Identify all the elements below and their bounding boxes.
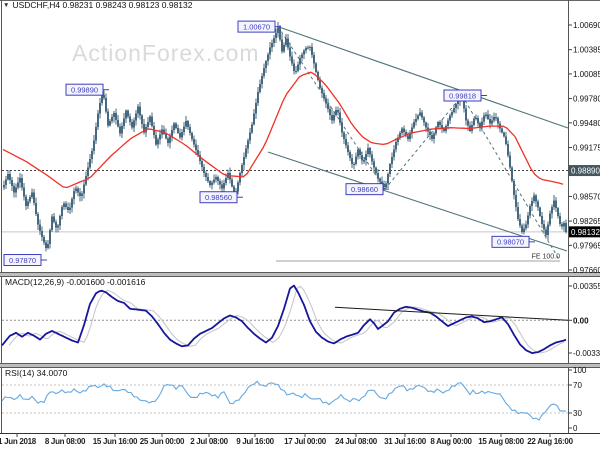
rsi-line [1, 380, 567, 421]
x-axis-label: 15 Aug 08:00 [478, 437, 524, 446]
svg-text:30: 30 [573, 409, 582, 418]
svg-text:0.98070: 0.98070 [497, 238, 524, 247]
x-axis-label: 24 Jul 08:00 [335, 437, 378, 446]
svg-text:0.97660: 0.97660 [573, 266, 600, 275]
svg-text:0.98265: 0.98265 [573, 217, 600, 226]
svg-text:0.98560: 0.98560 [205, 193, 232, 202]
svg-text:1.00085: 1.00085 [573, 70, 600, 79]
svg-text:1.00385: 1.00385 [573, 46, 600, 55]
fe-label: FE 100.0 [532, 254, 561, 261]
price-axis: 1.00690 1.00385 1.00085 0.99780 0.99480 0.991… [568, 21, 600, 275]
macd-line [1, 284, 567, 354]
x-axis-label: 31 Jul 16:00 [384, 437, 427, 446]
svg-text:0.98890: 0.98890 [571, 167, 600, 176]
macd-legend: MACD(12,26,9) -0.001600 -0.001616 [5, 277, 146, 287]
svg-text:0.99818: 0.99818 [449, 91, 476, 100]
chart-canvas[interactable]: FE 100.0 0.97870 0.99890 1.00670 0.98560 0.98… [0, 0, 600, 450]
svg-text:0.99890: 0.99890 [71, 85, 98, 94]
svg-text:0.99780: 0.99780 [573, 95, 600, 104]
mt4-chart-window: ▼ USDCHF,H4 0.98231 0.98243 0.98123 0.981… [0, 0, 600, 450]
x-axis-label: 25 Jun 00:00 [140, 437, 185, 446]
rsi-legend: RSI(14) 34.0070 [5, 368, 68, 378]
symbol-dropdown-icon[interactable]: ▼ [3, 2, 9, 9]
svg-text:0.97965: 0.97965 [573, 241, 600, 250]
x-axis-label: 8 Aug 00:00 [430, 437, 472, 446]
x-axis-label: 17 Jul 00:00 [284, 437, 327, 446]
svg-text:1.00670: 1.00670 [243, 22, 270, 31]
svg-text:1.00690: 1.00690 [573, 21, 600, 30]
svg-text:0.98570: 0.98570 [573, 192, 600, 201]
candlestick-series [3, 21, 567, 252]
svg-text:0.98132: 0.98132 [571, 228, 600, 237]
svg-text:0.00: 0.00 [573, 316, 589, 325]
svg-text:70: 70 [573, 381, 582, 390]
svg-text:-0.003391: -0.003391 [573, 349, 600, 358]
svg-text:0.97870: 0.97870 [9, 256, 36, 265]
x-axis-label: 15 Jun 16:00 [93, 437, 138, 446]
rsi-panel: 100 70 30 0 [1, 366, 587, 433]
macd-panel: 0.003556 0.00 -0.003391 [1, 282, 600, 358]
macd-trendline [334, 306, 569, 321]
chart-legend: ▼ USDCHF,H4 0.98231 0.98243 0.98123 0.981… [3, 0, 193, 10]
symbol-ohlc-text: USDCHF,H4 0.98231 0.98243 0.98123 0.9813… [12, 0, 193, 10]
svg-text:0: 0 [573, 424, 578, 433]
x-axis-label: 2 Jul 08:00 [190, 437, 228, 446]
svg-text:0.003556: 0.003556 [573, 282, 600, 291]
svg-text:0.98660: 0.98660 [351, 185, 378, 194]
swing-lines [277, 26, 561, 262]
x-axis-label: 9 Jul 16:00 [236, 437, 274, 446]
date-axis: 1 Jun 2018 8 Jun 08:00 15 Jun 16:00 25 Jun … [0, 433, 574, 446]
x-axis-label: 22 Aug 16:00 [527, 437, 573, 446]
fe-extension-line: FE 100.0 [276, 254, 560, 262]
svg-text:0.99480: 0.99480 [573, 119, 600, 128]
svg-text:100: 100 [573, 366, 587, 375]
svg-text:0.99175: 0.99175 [573, 144, 600, 153]
x-axis-label: 1 Jun 2018 [0, 437, 37, 446]
x-axis-label: 8 Jun 08:00 [45, 437, 86, 446]
